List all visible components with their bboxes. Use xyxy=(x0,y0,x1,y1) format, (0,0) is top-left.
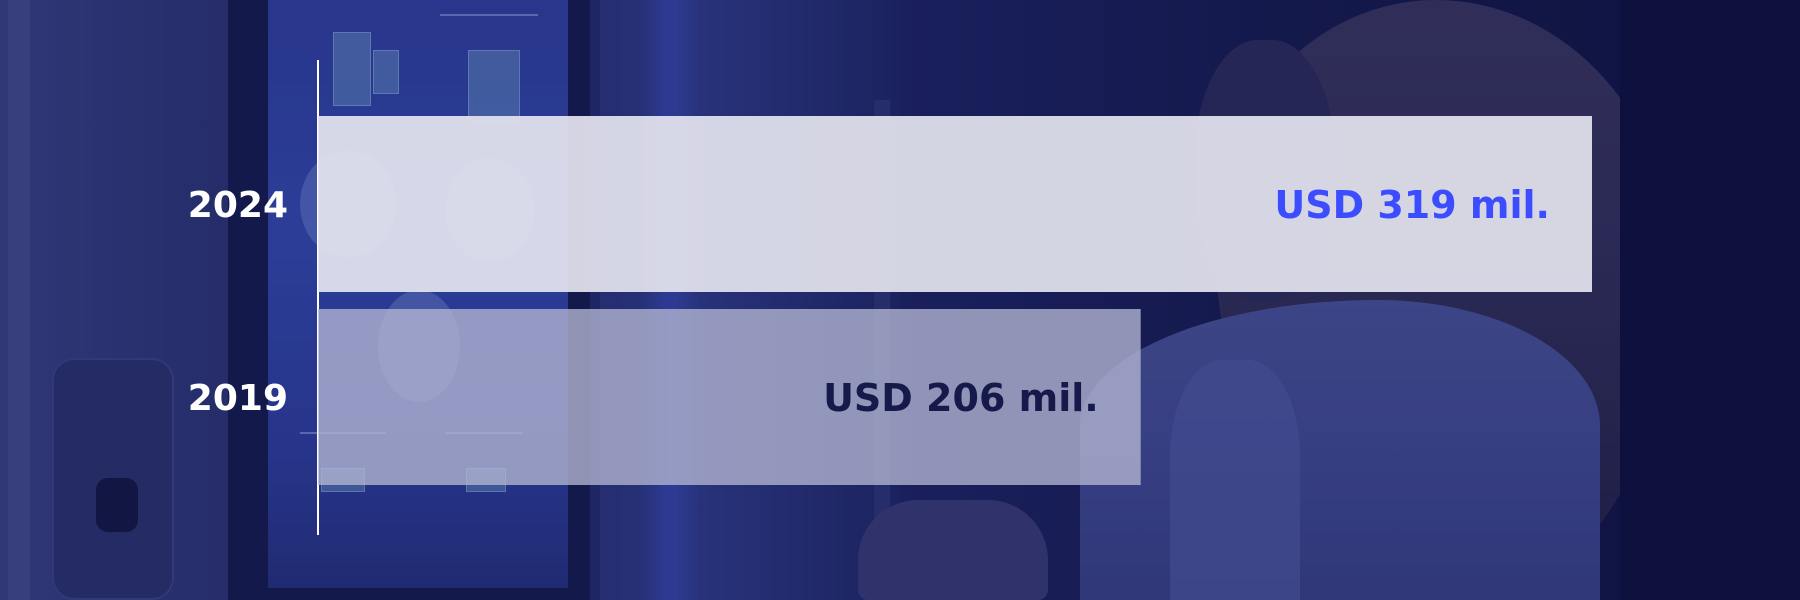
data-label: USD 206 mil. xyxy=(823,376,1099,420)
data-label: USD 319 mil. xyxy=(1274,183,1550,227)
y-tick-label: 2024 xyxy=(188,185,288,226)
bar-chart: 2024 USD 319 mil. 2019 USD 206 mil. xyxy=(188,60,1592,535)
y-tick-label: 2019 xyxy=(188,378,288,419)
